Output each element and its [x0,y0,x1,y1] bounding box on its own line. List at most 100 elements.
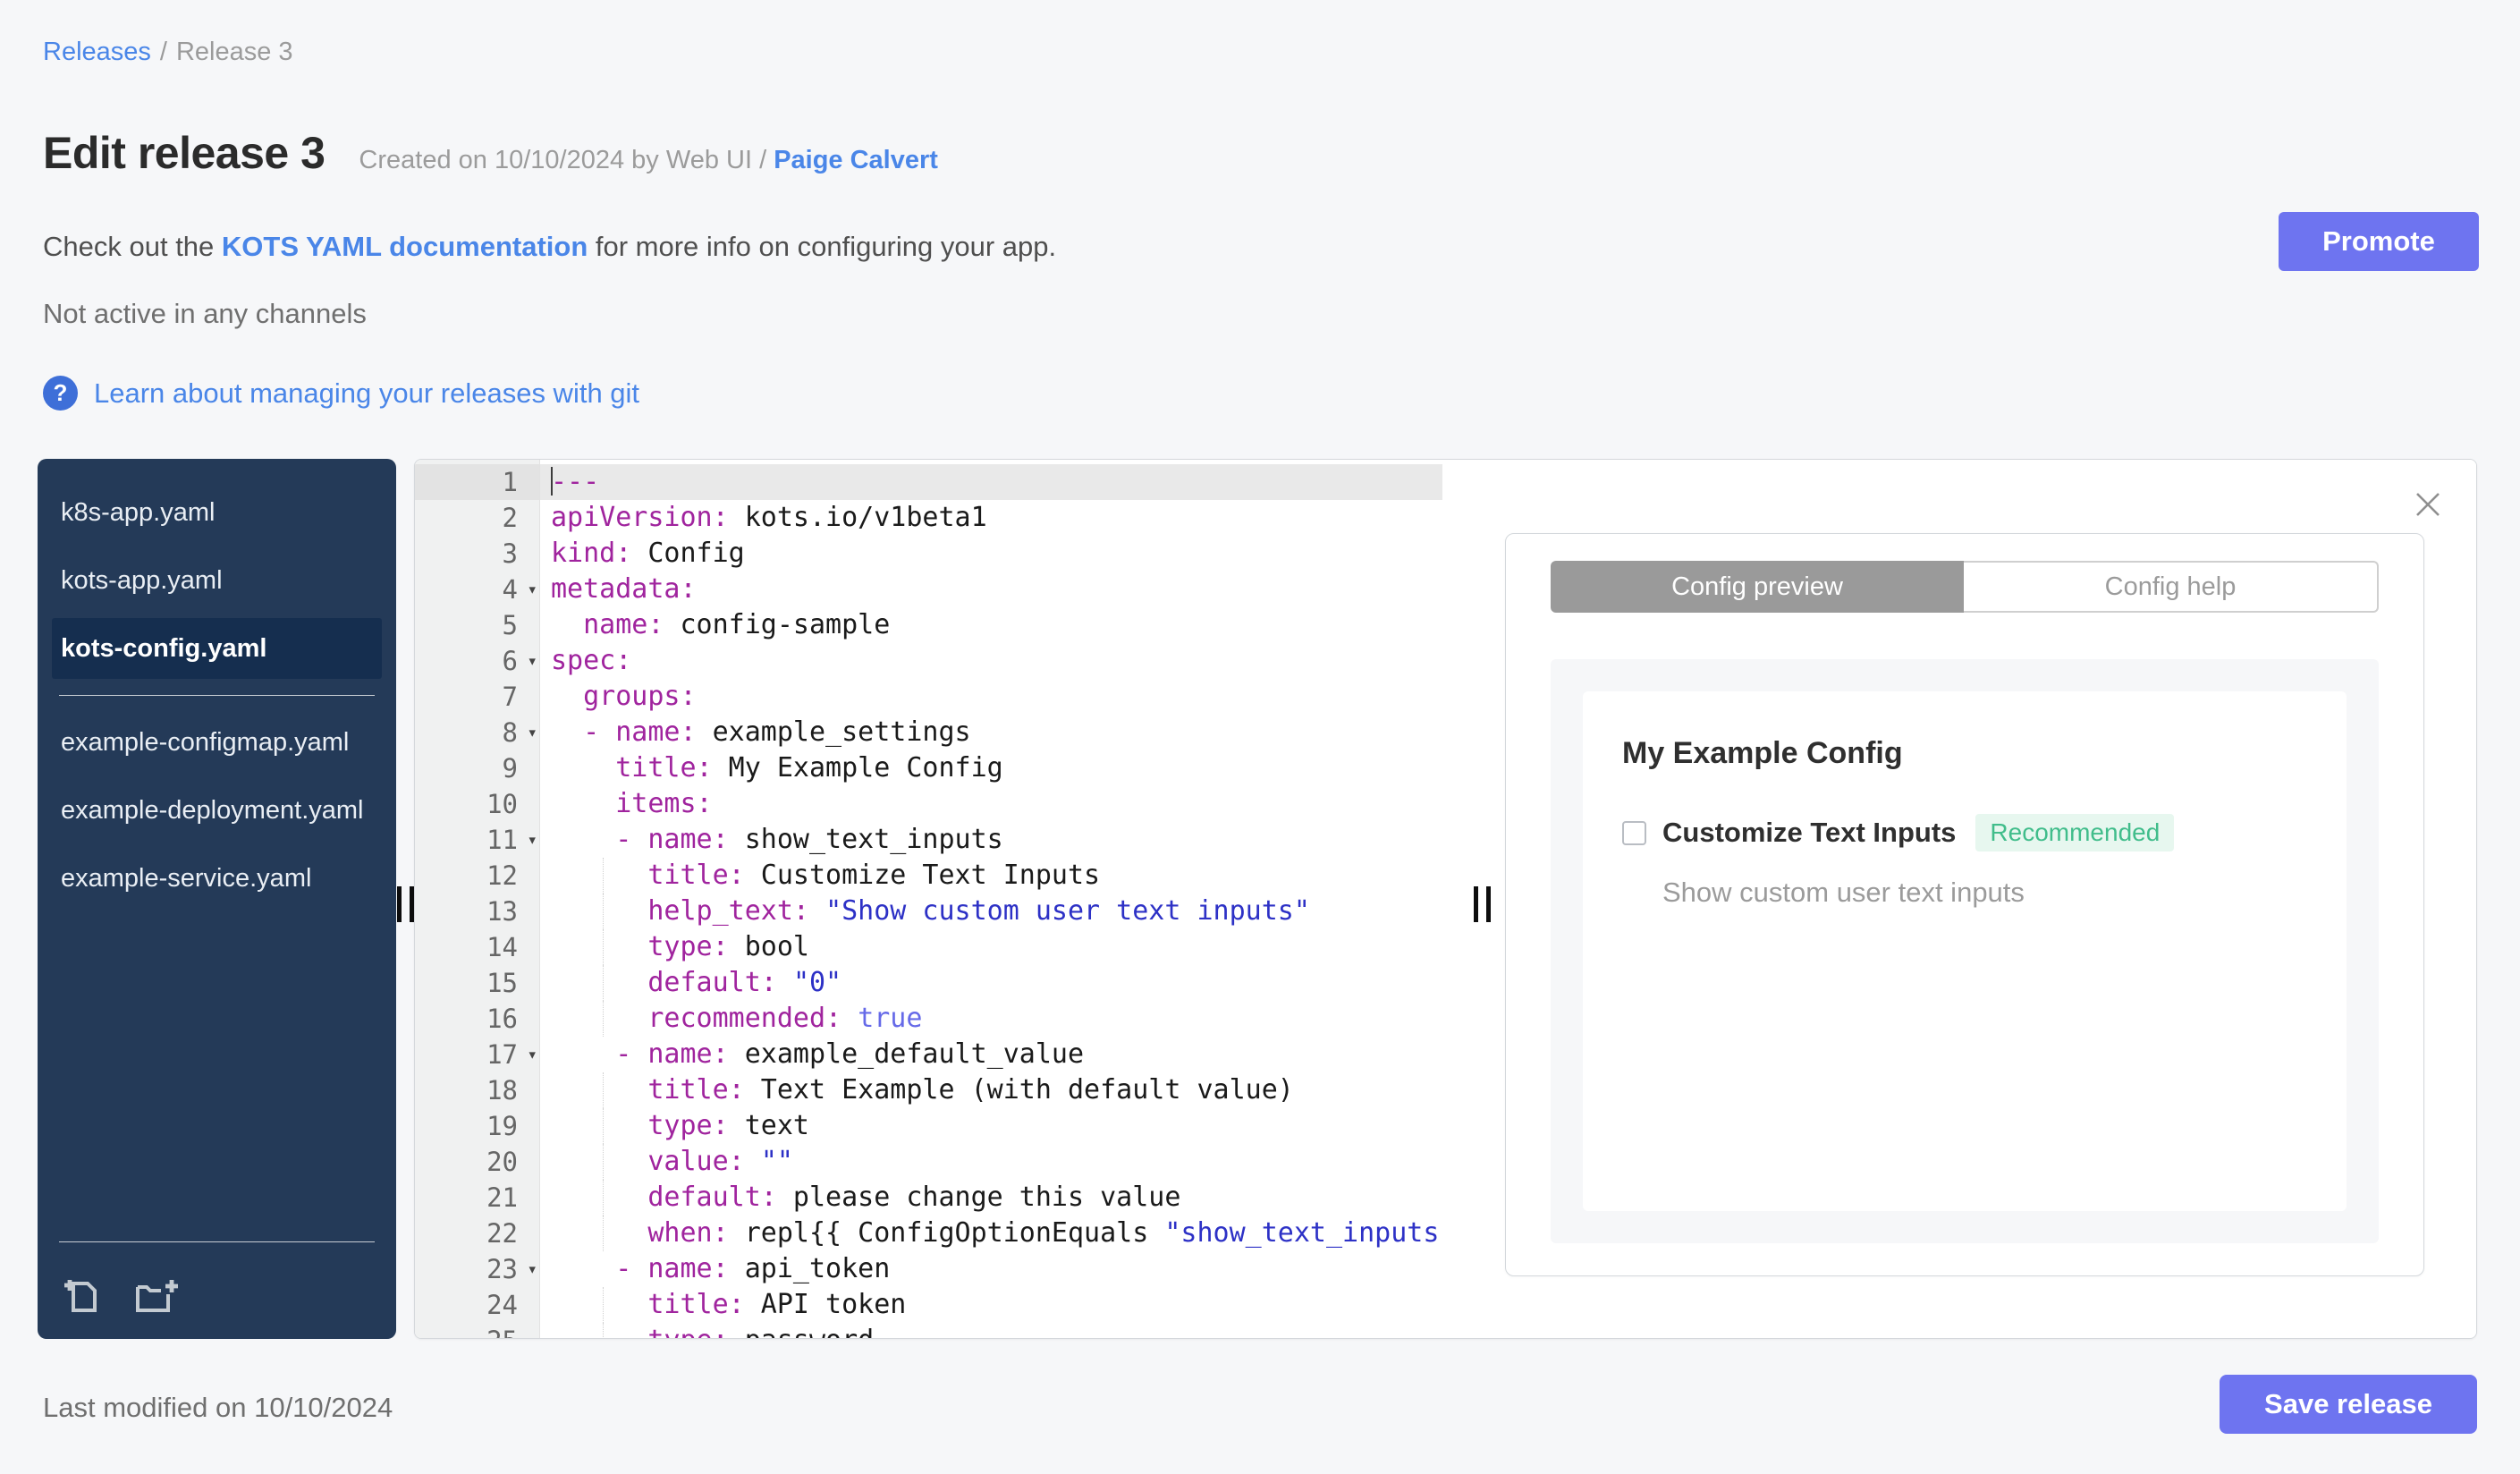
yaml-token-plain [551,1182,647,1213]
indent-guide [603,894,604,929]
code-line-23: - name: api_token [540,1251,1442,1287]
text-cursor [551,466,553,496]
gutter-line-25: 25 [415,1323,539,1338]
yaml-token-key: metadata: [551,573,697,605]
fold-toggle-icon[interactable]: ▾ [528,1251,537,1287]
yaml-token-plain: Config [631,538,745,569]
author-link[interactable]: Paige Calvert [774,146,938,174]
config-group-card: My Example Config Customize Text Inputs … [1583,691,2347,1211]
yaml-token-key: type: [647,931,729,962]
new-folder-icon[interactable] [131,1273,182,1319]
file-item-k8s-app.yaml[interactable]: k8s-app.yaml [52,482,382,543]
preview-resize-handle[interactable] [1474,886,1491,922]
page-title: Edit release 3 [43,128,326,178]
config-item-help: Show custom user text inputs [1662,877,2025,908]
yaml-token-plain [631,1253,647,1284]
yaml-token-plain [551,967,647,998]
yaml-token-bool: true [858,1003,923,1034]
channel-status: Not active in any channels [43,298,367,329]
close-icon[interactable] [2410,487,2446,522]
file-item-example-deployment.yaml[interactable]: example-deployment.yaml [52,780,382,841]
code-line-8: - name: example_settings [540,715,1442,750]
yaml-token-key: name: [647,1253,729,1284]
gutter-line-4: 4 ▾ [415,572,539,607]
docs-line: Check out the KOTS YAML documentation fo… [43,231,1056,263]
help-icon[interactable]: ? [43,376,78,411]
yaml-token-key: - [583,716,600,748]
gutter-line-2: 2 [502,503,518,533]
breadcrumb-releases-link[interactable]: Releases [43,38,151,67]
indent-guide [603,1072,604,1108]
fold-toggle-icon[interactable]: ▾ [528,822,537,858]
yaml-editor[interactable]: 1 2 3 4 ▾ 5 6 ▾ 7 8 ▾ 9 10 11 ▾ 12 13 14 15 16 17 ▾ 18 19 20 21 22… [415,460,1442,1338]
code-line-3: kind: Config [540,536,1442,572]
code-line-16: recommended: true [540,1001,1442,1037]
file-item-example-configmap.yaml[interactable]: example-configmap.yaml [52,712,382,773]
code-line-1: --- [540,464,1442,500]
kots-yaml-docs-link[interactable]: KOTS YAML documentation [222,231,588,262]
config-item-row: Customize Text Inputs Recommended [1622,814,2307,851]
yaml-token-plain [551,1110,647,1141]
customize-text-inputs-checkbox[interactable] [1622,820,1646,845]
indent-guide [603,1144,604,1180]
save-release-button[interactable]: Save release [2220,1375,2477,1434]
git-releases-link[interactable]: Learn about managing your releases with … [94,377,639,410]
file-item-kots-config.yaml[interactable]: kots-config.yaml [52,618,382,679]
new-file-icon[interactable] [61,1273,107,1319]
gutter-line-8: 8 ▾ [415,715,539,750]
file-item-kots-app.yaml[interactable]: kots-app.yaml [52,550,382,611]
yaml-token-plain [551,1217,647,1249]
code-line-14: type: bool [540,929,1442,965]
yaml-token-plain [551,716,583,748]
yaml-token-plain [551,895,647,927]
fold-toggle-icon[interactable]: ▾ [528,643,537,679]
yaml-token-plain: API token [744,1289,907,1320]
indent-guide [603,1216,604,1251]
file-item-example-service.yaml[interactable]: example-service.yaml [52,848,382,909]
code-line-19: type: text [540,1108,1442,1144]
gutter-line-17: 17 ▾ [415,1037,539,1072]
yaml-token-key: help_text: [647,895,809,927]
yaml-token-plain [551,824,615,855]
yaml-token-key: name: [615,716,697,748]
gutter-line-14: 14 [486,932,518,962]
gutter-line-16: 16 [486,1004,518,1034]
yaml-token-key: title: [647,1289,745,1320]
editor-gutter: 1 2 3 4 ▾ 5 6 ▾ 7 8 ▾ 9 10 11 ▾ 12 13 14 15 16 17 ▾ 18 19 20 21 22… [415,460,540,1338]
docs-prefix: Check out the [43,231,222,262]
yaml-token-plain [551,788,615,819]
editor-code-area[interactable]: --- apiVersion: kots.io/v1beta1 kind: Conf… [540,460,1442,1338]
yaml-token-key: spec: [551,645,632,676]
gutter-line-10: 10 [486,789,518,819]
gutter-line-19: 19 [486,1111,518,1141]
gutter-line-21: 21 [486,1182,518,1213]
yaml-token-plain: bool [728,931,809,962]
fold-toggle-icon[interactable]: ▾ [528,1037,537,1072]
tab-config-preview[interactable]: Config preview [1551,561,1964,613]
code-line-21: default: please change this value [540,1180,1442,1216]
yaml-token-str: "0" [792,967,842,998]
gutter-line-1: 1 [415,464,539,500]
yaml-token-key: when: [647,1217,729,1249]
indent-guide [603,1287,604,1323]
config-group-title: My Example Config [1622,736,1903,770]
yaml-token-key: default: [647,1182,777,1213]
sidebar-resize-handle[interactable] [397,886,414,922]
fold-toggle-icon[interactable]: ▾ [528,715,537,750]
code-line-18: title: Text Example (with default value) [540,1072,1442,1108]
yaml-token-plain: Text Example (with default value) [744,1074,1294,1106]
yaml-token-plain: repl{{ ConfigOptionEquals [728,1217,1165,1249]
gutter-line-18: 18 [486,1075,518,1106]
code-line-20: value: "" [540,1144,1442,1180]
indent-guide [603,1001,604,1037]
yaml-token-key: name: [583,609,664,640]
promote-button[interactable]: Promote [2279,212,2479,271]
tab-config-help[interactable]: Config help [1964,561,2379,613]
yaml-token-plain [745,1146,761,1177]
fold-toggle-icon[interactable]: ▾ [528,572,537,607]
yaml-token-plain: kots.io/v1beta1 [728,502,987,533]
code-line-5: name: config-sample [540,607,1442,643]
gutter-line-7: 7 [502,682,518,712]
sidebar-divider [59,695,375,696]
